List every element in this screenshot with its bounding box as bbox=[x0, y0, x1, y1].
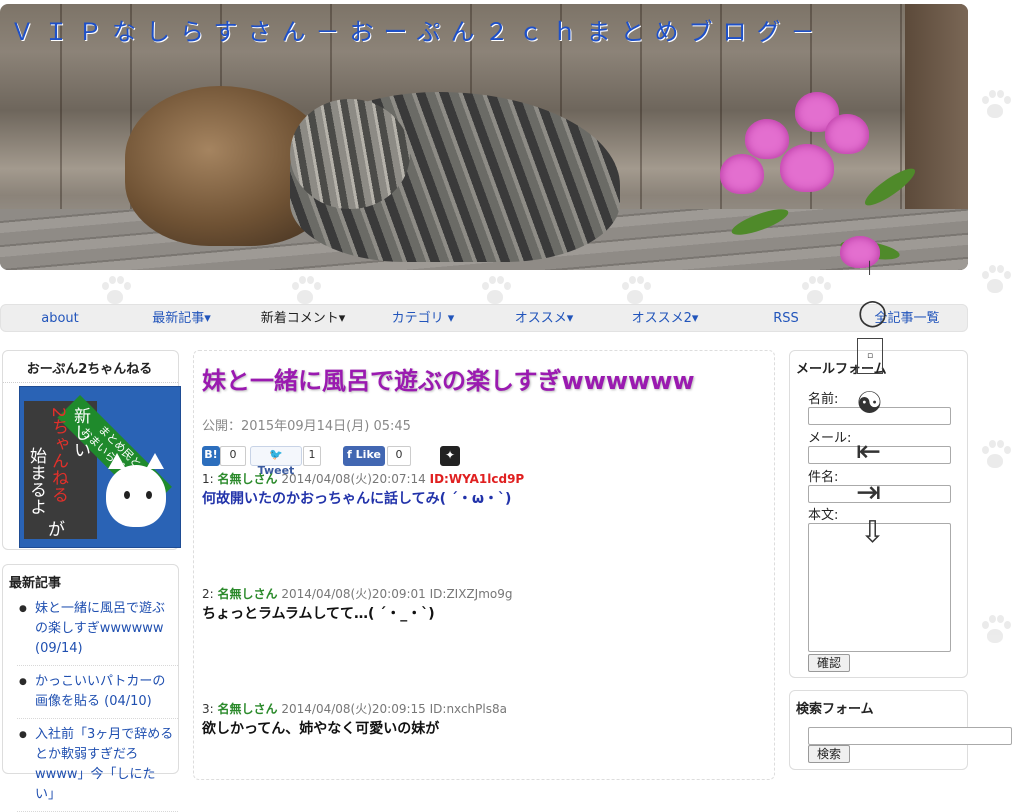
paw-icon bbox=[980, 615, 1011, 647]
search-form-widget: 検索フォーム 検索 bbox=[789, 690, 1012, 770]
search-input[interactable] bbox=[808, 727, 1012, 745]
nav-item-about[interactable]: about bbox=[1, 305, 119, 333]
facebook-like: f Like 0 bbox=[343, 446, 423, 466]
arrow-left-bar-icon[interactable]: ⇤ bbox=[856, 437, 881, 467]
nav-item-recommended-2[interactable]: オススメ2▾ bbox=[604, 305, 726, 333]
post-body: 欲しかってん、姉やなく可愛いの妹が bbox=[202, 721, 440, 737]
site-header-banner[interactable]: ＶＩＰなしらすさん－おーぷん２ｃｈまとめブログ－ bbox=[0, 4, 968, 270]
poster-id: ID:nxchPls8a bbox=[429, 702, 507, 716]
tweet-button[interactable]: 🐦Tweet bbox=[250, 446, 302, 477]
search-button[interactable]: 検索 bbox=[808, 745, 851, 763]
banner-text: 始まるよ bbox=[26, 447, 46, 515]
open2ch-banner-link[interactable]: まとめ民と おまいらが作る 新しい 2ちゃんねる が 始まるよ bbox=[19, 386, 181, 548]
post-date: 2014/04/08(火)20:09:01 bbox=[281, 587, 426, 601]
article-title[interactable]: 妹と一緒に風呂で遊ぶの楽しすぎwwwwww bbox=[202, 361, 695, 396]
post-body: ちょっとラムラムしてて…( ´・_・`) bbox=[202, 606, 435, 622]
recent-posts-list: 妹と一緒に風呂で遊ぶの楽しすぎwwwwww (09/14) かっこいいパトカーの… bbox=[3, 599, 178, 812]
poster-name: 名無しさん bbox=[217, 472, 278, 486]
vertical-line-icon[interactable]: │ bbox=[866, 262, 873, 274]
name-label: 名前: bbox=[808, 392, 839, 407]
hatena-bookmark-button[interactable]: B! bbox=[202, 446, 220, 466]
recent-posts-widget: 最新記事 妹と一緒に風呂で遊ぶの楽しすぎwwwwww (09/14) かっこいい… bbox=[2, 564, 179, 812]
subject-label: 件名: bbox=[808, 470, 839, 485]
main-navigation: about 最新記事▾ 新着コメント▾ カテゴリ ▾ オススメ▾ オススメ2▾ … bbox=[0, 304, 968, 332]
arrow-down-icon[interactable]: ⇩ bbox=[860, 518, 885, 548]
cat-mascot-icon bbox=[106, 465, 166, 527]
banner-text: 新しい bbox=[70, 407, 90, 458]
widget-title: 最新記事 bbox=[9, 576, 62, 591]
post-body: 何故開いたのかおっちゃんに話してみ( ´・ω・`) bbox=[202, 491, 512, 507]
paw-icon bbox=[980, 265, 1011, 297]
tweet-count: 1 bbox=[303, 446, 321, 466]
hatena-count: 0 bbox=[220, 446, 246, 466]
post-date: 2014/04/08(火)20:09:15 bbox=[281, 702, 426, 716]
post-date: 2014/04/08(火)20:07:14 bbox=[281, 472, 426, 486]
twitter-bird-icon: 🐦 bbox=[269, 448, 283, 461]
post-header: 1: 名無しさん 2014/04/08(火)20:07:14 ID:WYA1lc… bbox=[202, 472, 525, 486]
nav-item-recommended[interactable]: オススメ▾ bbox=[484, 305, 604, 333]
recent-post-link[interactable]: 入社前「3ヶ月で辞めるとか軟弱すぎだろwwww」今「しにたい」 bbox=[17, 725, 178, 812]
share-star-icon[interactable]: ✦ bbox=[440, 446, 460, 466]
poster-id: ID:WYA1lcd9P bbox=[429, 472, 525, 486]
nav-item-new-comments[interactable]: 新着コメント▾ bbox=[244, 305, 362, 333]
site-title[interactable]: ＶＩＰなしらすさん－おーぷん２ｃｈまとめブログ－ bbox=[10, 12, 825, 47]
pocket-share: ✦ bbox=[440, 446, 460, 466]
recent-post-link[interactable]: 妹と一緒に風呂で遊ぶの楽しすぎwwwwww (09/14) bbox=[17, 599, 178, 666]
post-header: 2: 名無しさん 2014/04/08(火)20:09:01 ID:ZIXZJm… bbox=[202, 587, 513, 601]
nav-item-recent-posts[interactable]: 最新記事▾ bbox=[119, 305, 244, 333]
article: 妹と一緒に風呂で遊ぶの楽しすぎwwwwww 公開：2015年09月14日(月) … bbox=[193, 350, 775, 780]
circle-icon[interactable]: ◯ bbox=[858, 298, 887, 328]
poster-name: 名無しさん bbox=[217, 702, 278, 716]
page-icon[interactable]: ▫ bbox=[857, 338, 883, 374]
recent-post-link[interactable]: かっこいいパトカーの画像を貼る (04/10) bbox=[17, 672, 178, 719]
widget-title: 検索フォーム bbox=[796, 702, 874, 717]
widget-title: おーぷん2ちゃんねる bbox=[3, 351, 178, 383]
banner-text: 2ちゃんねる bbox=[48, 407, 68, 503]
arrow-right-bar-icon[interactable]: ⇥ bbox=[856, 478, 881, 508]
paw-icon bbox=[980, 90, 1011, 122]
facebook-like-button[interactable]: f Like bbox=[343, 446, 385, 466]
poster-id: ID:ZIXZJmo9g bbox=[429, 587, 513, 601]
like-count: 0 bbox=[387, 446, 411, 466]
share-buttons: B! 0 🐦Tweet 1 bbox=[202, 446, 462, 477]
banner-text: が bbox=[48, 520, 65, 540]
paw-icon bbox=[980, 440, 1011, 472]
published-date: 公開：2015年09月14日(月) 05:45 bbox=[202, 419, 411, 434]
nav-item-categories[interactable]: カテゴリ ▾ bbox=[362, 305, 484, 333]
nav-item-rss[interactable]: RSS bbox=[726, 305, 846, 333]
email-label: メール: bbox=[808, 431, 852, 446]
yin-yang-icon[interactable]: ☯ bbox=[856, 389, 883, 419]
poster-name: 名無しさん bbox=[217, 587, 278, 601]
body-label: 本文: bbox=[808, 508, 839, 523]
open2ch-widget: おーぷん2ちゃんねる まとめ民と おまいらが作る 新しい 2ちゃんねる が 始まる… bbox=[2, 350, 181, 550]
post-header: 3: 名無しさん 2014/04/08(火)20:09:15 ID:nxchPl… bbox=[202, 702, 507, 716]
confirm-button[interactable]: 確認 bbox=[808, 654, 851, 672]
